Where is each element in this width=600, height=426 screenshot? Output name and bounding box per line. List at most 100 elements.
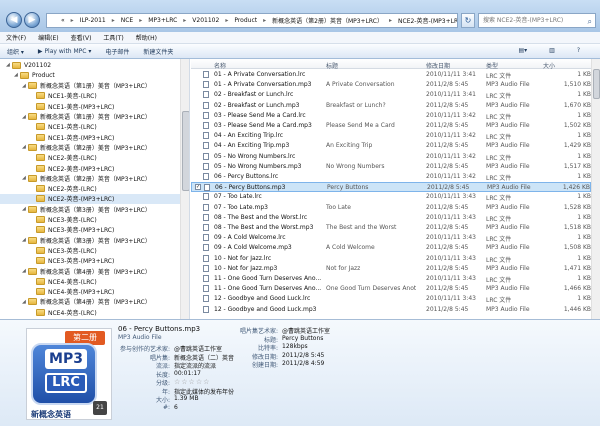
file-row[interactable]: 02 - Breakfast or Lunch.lrc 2010/11/11 3:… — [191, 90, 591, 100]
nav-tree-item[interactable]: NCE1-美音-(LRC) — [0, 91, 180, 101]
nav-tree-item[interactable]: NCE3-英音-(LRC) — [0, 245, 180, 255]
breadcrumb-segment[interactable]: MP3+LRC — [148, 17, 177, 24]
nav-tree-item[interactable]: ◢ 新概念英语（第3册）英音（MP3+LRC） — [0, 235, 180, 245]
nav-tree-item[interactable]: NCE1-英音-(LRC) — [0, 122, 180, 132]
nav-tree-item[interactable]: ◢ 新概念英语（第1册）英音（MP3+LRC） — [0, 112, 180, 122]
breadcrumb-separator-icon[interactable]: ▸ — [263, 17, 266, 24]
detail-value[interactable]: ☆☆☆☆☆ — [174, 378, 210, 386]
nav-tree-item[interactable]: NCE4-英音-(LRC) — [0, 307, 180, 317]
nav-tree-item[interactable]: ◢ 新概念英语（第4册）英音（MP3+LRC） — [0, 297, 180, 307]
breadcrumb-separator-icon[interactable]: ▸ — [183, 17, 186, 24]
back-button[interactable]: ◀ — [6, 12, 22, 28]
nav-tree-item[interactable]: NCE3-美音-(LRC) — [0, 215, 180, 225]
nav-tree-item[interactable]: ◢ 新概念英语（第2册）英音（MP3+LRC） — [0, 173, 180, 183]
file-row[interactable]: 09 - A Cold Welcome.lrc 2010/11/11 3:43 LR… — [191, 233, 591, 243]
nav-tree-item[interactable]: NCE3-英音-(MP3+LRC) — [0, 256, 180, 266]
breadcrumb-segment[interactable]: ILP-2011 — [80, 17, 106, 24]
nav-tree-item[interactable]: NCE1-英音-(MP3+LRC) — [0, 132, 180, 142]
file-row[interactable]: 05 - No Wrong Numbers.mp3 No Wrong Number… — [191, 162, 591, 172]
nav-tree-item[interactable]: ◢ 新概念英语（第3册）美音（MP3+LRC） — [0, 204, 180, 214]
refresh-button[interactable]: ↻ — [461, 13, 475, 28]
file-row[interactable]: 04 - An Exciting Trip.lrc 2010/11/11 3:42… — [191, 131, 591, 141]
file-row[interactable]: 07 - Too Late.lrc 2010/11/11 3:43 LRC 文件 1 … — [191, 192, 591, 202]
breadcrumb-segment[interactable]: Product — [234, 17, 257, 24]
list-scrollbar[interactable] — [591, 59, 600, 319]
breadcrumb-separator-icon[interactable]: ▸ — [389, 17, 392, 24]
nav-tree-item[interactable]: NCE3-美音-(MP3+LRC) — [0, 225, 180, 235]
breadcrumb-separator-icon[interactable]: ▸ — [112, 17, 115, 24]
column-title[interactable]: 标题 — [326, 61, 338, 70]
file-row[interactable]: 01 - A Private Conversation.mp3 A Private… — [191, 80, 591, 90]
nav-tree-item[interactable]: NCE1-美音-(MP3+LRC) — [0, 101, 180, 111]
nav-tree-item[interactable]: ◢ 新概念英语（第2册）美音（MP3+LRC） — [0, 142, 180, 152]
breadcrumb-separator-icon[interactable]: ▸ — [139, 17, 142, 24]
file-row[interactable]: 08 - The Best and the Worst.mp3 The Best … — [191, 223, 591, 233]
file-row[interactable]: 01 - A Private Conversation.lrc 2010/11/1… — [191, 70, 591, 80]
breadcrumb-segment[interactable]: V201102 — [192, 17, 219, 24]
menu-item[interactable]: 查看(V) — [71, 33, 92, 42]
checkbox-icon[interactable]: ✓ — [195, 184, 201, 191]
breadcrumb-segment[interactable]: NCE2-英音-(MP3+LRC) — [398, 16, 457, 25]
preview-pane-icon[interactable]: ▥ — [549, 47, 555, 54]
menu-item[interactable]: 工具(T) — [103, 33, 123, 42]
column-date[interactable]: 修改日期 — [426, 61, 450, 70]
play-button[interactable]: ▶ Play with MPC ▾ — [38, 48, 91, 55]
breadcrumb-segment[interactable]: 新概念英语（第2册）英音（MP3+LRC） — [272, 16, 383, 25]
file-row[interactable]: 07 - Too Late.mp3 Too Late 2011/2/8 5:45 MP… — [191, 203, 591, 213]
menu-item[interactable]: 编辑(E) — [38, 33, 58, 42]
file-row[interactable]: 12 - Goodbye and Good Luck.mp3 2011/2/8 5… — [191, 305, 591, 315]
file-row[interactable]: ✓ 06 - Percy Buttons.mp3 Percy Buttons 2011… — [191, 182, 591, 193]
help-icon[interactable]: ? — [577, 47, 580, 54]
new-folder-button[interactable]: 新建文件夹 — [143, 47, 173, 56]
nav-tree-item[interactable]: NCE2-英音-(LRC) — [0, 184, 180, 194]
nav-tree-item[interactable]: ◢ Product — [0, 70, 180, 80]
detail-value[interactable]: 2011/2/8 4:59 — [282, 360, 324, 367]
file-row[interactable]: 10 - Not for Jazz.lrc 2010/11/11 3:43 LRC … — [191, 254, 591, 264]
nav-tree-item[interactable]: ◢ 新概念英语（第4册）美音（MP3+LRC） — [0, 266, 180, 276]
breadcrumb-segment[interactable]: NCE — [121, 17, 133, 24]
detail-value[interactable]: 2011/2/8 5:45 — [282, 352, 324, 359]
file-row[interactable]: 05 - No Wrong Numbers.lrc 2010/11/11 3:42… — [191, 152, 591, 162]
file-row[interactable]: 02 - Breakfast or Lunch.mp3 Breakfast or … — [191, 101, 591, 111]
file-row[interactable]: 06 - Percy Buttons.lrc 2010/11/11 3:42 LRC… — [191, 172, 591, 182]
column-type[interactable]: 类型 — [486, 61, 498, 70]
nav-tree-item[interactable]: NCE4-美音-(LRC) — [0, 276, 180, 286]
file-row[interactable]: 12 - Goodbye and Good Luck.lrc 2010/11/11… — [191, 294, 591, 304]
nav-tree-item[interactable]: ◢ 新概念英语（第1册）美音（MP3+LRC） — [0, 81, 180, 91]
file-row[interactable]: 08 - The Best and the Worst.lrc 2010/11/1… — [191, 213, 591, 223]
file-row[interactable]: 11 - One Good Turn Deserves Ano... One Go… — [191, 284, 591, 294]
address-bar[interactable]: « ▸ ILP-2011 ▸ NCE ▸ MP3+LRC ▸ V201102 ▸ Product ▸ 新… — [46, 13, 458, 28]
email-button[interactable]: 电子邮件 — [105, 47, 129, 56]
search-input[interactable]: 搜索 NCE2-英音-(MP3+LRC) ⌕ — [478, 13, 596, 28]
file-row[interactable]: 04 - An Exciting Trip.mp3 An Exciting Tri… — [191, 141, 591, 151]
organize-button[interactable]: 组织 ▾ — [7, 47, 24, 56]
detail-value[interactable]: 128kbps — [282, 343, 308, 350]
nav-scroll-thumb[interactable] — [182, 111, 189, 191]
nav-tree-item[interactable]: NCE2-英音-(MP3+LRC) — [0, 193, 180, 204]
detail-value[interactable]: Percy Buttons — [282, 335, 323, 342]
nav-tree-item[interactable]: NCE4-美音-(MP3+LRC) — [0, 287, 180, 297]
breadcrumb-separator-icon[interactable]: ▸ — [71, 17, 74, 24]
column-size[interactable]: 大小 — [543, 61, 555, 70]
view-options-icon[interactable]: ▤▾ — [518, 47, 527, 54]
file-row[interactable]: 10 - Not for Jazz.mp3 Not for Jazz 2011/2/… — [191, 264, 591, 274]
nav-tree-item[interactable]: NCE2-美音-(MP3+LRC) — [0, 163, 180, 173]
breadcrumb-separator-icon[interactable]: ▸ — [225, 17, 228, 24]
file-row[interactable]: 09 - A Cold Welcome.mp3 A Cold Welcome 201… — [191, 243, 591, 253]
menu-item[interactable]: 文件(F) — [6, 33, 26, 42]
detail-value[interactable]: 00:01:17 — [174, 370, 201, 377]
breadcrumb-segment[interactable]: « — [61, 17, 65, 24]
nav-scrollbar[interactable] — [180, 59, 189, 319]
detail-value[interactable]: 6 — [174, 404, 178, 411]
file-row[interactable]: 11 - One Good Turn Deserves Ano... 2010/1… — [191, 274, 591, 284]
forward-button[interactable]: ▶ — [24, 12, 40, 28]
list-scroll-thumb[interactable] — [593, 69, 600, 99]
nav-tree-label: NCE2-英音-(MP3+LRC) — [48, 196, 115, 204]
detail-value[interactable]: 1.39 MB — [174, 395, 199, 402]
menu-item[interactable]: 帮助(H) — [136, 33, 157, 42]
file-row[interactable]: 03 - Please Send Me a Card.mp3 Please Sen… — [191, 121, 591, 131]
file-row[interactable]: 03 - Please Send Me a Card.lrc 2010/11/11… — [191, 111, 591, 121]
column-name[interactable]: 名称 — [214, 61, 226, 70]
nav-tree-item[interactable]: ◢ V201102 — [0, 60, 180, 70]
nav-tree-item[interactable]: NCE2-美音-(LRC) — [0, 153, 180, 163]
